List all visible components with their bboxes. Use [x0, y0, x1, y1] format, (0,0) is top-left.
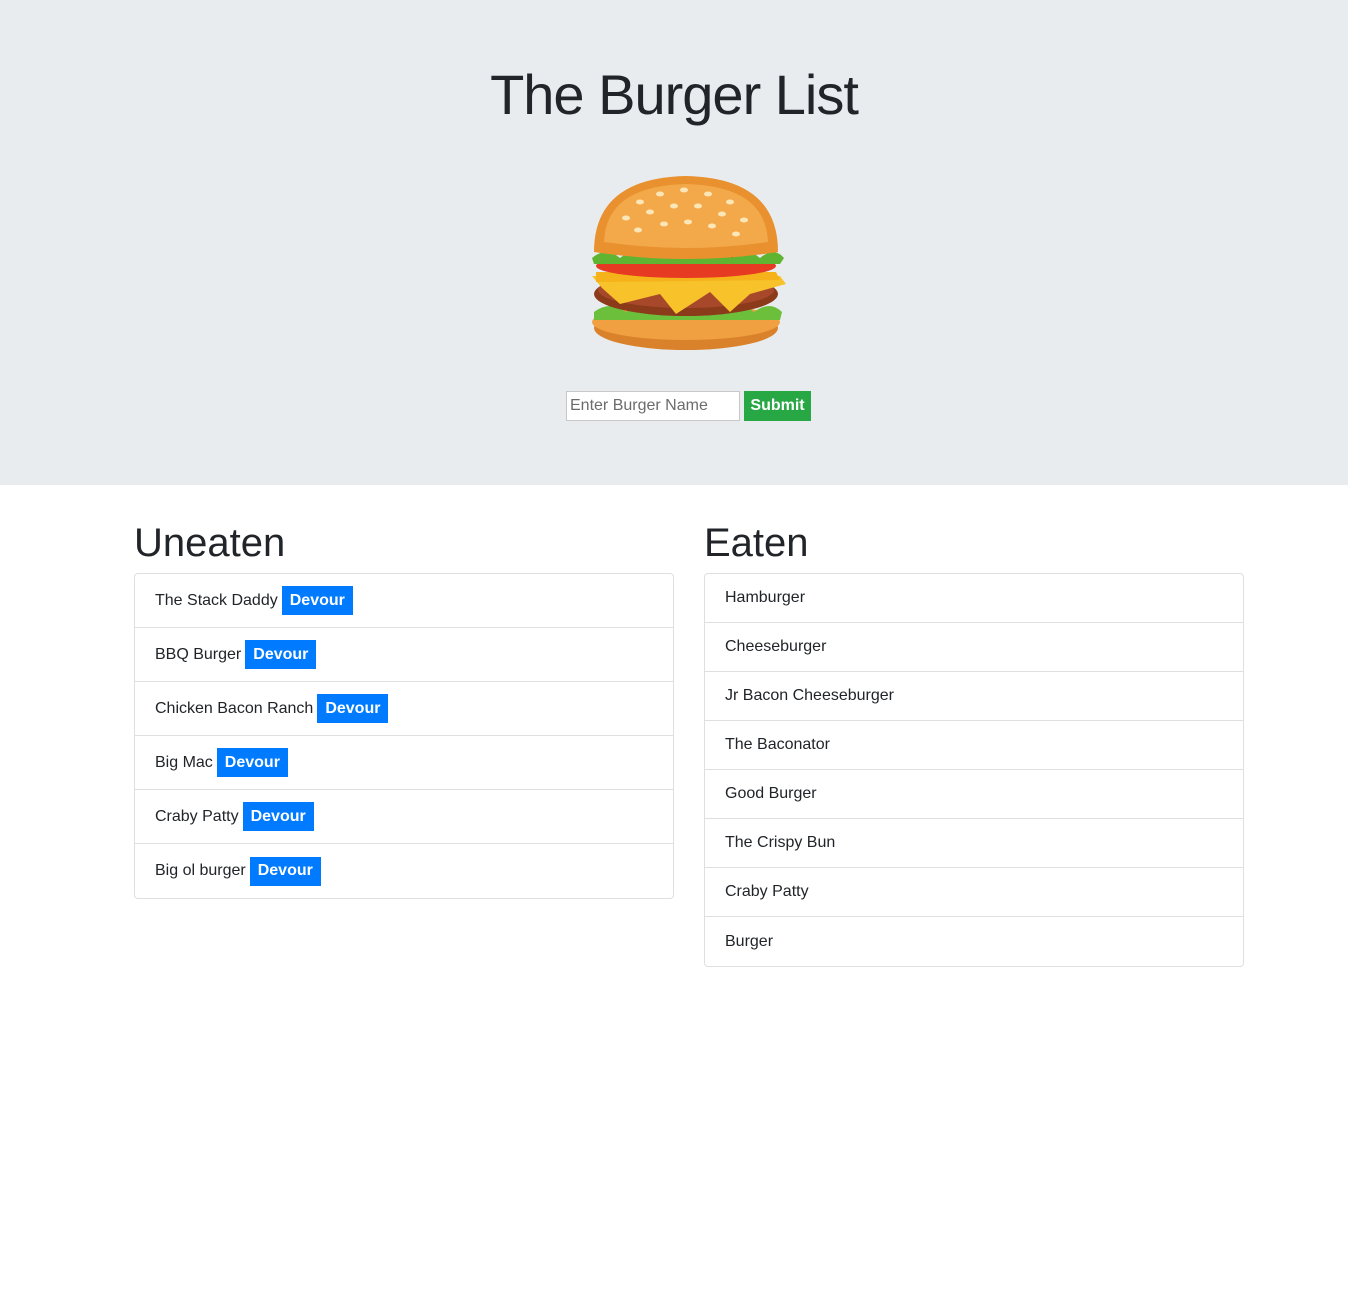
- list-item: The Baconator: [705, 721, 1243, 770]
- devour-button[interactable]: Devour: [245, 640, 317, 669]
- burger-name: The Stack Daddy: [155, 591, 278, 609]
- burger-name: Jr Bacon Cheeseburger: [725, 687, 894, 704]
- eaten-heading: Eaten: [704, 521, 809, 565]
- burger-name: Burger: [725, 932, 774, 950]
- burger-name: Big Mac: [155, 753, 213, 771]
- devour-button[interactable]: Devour: [216, 748, 288, 777]
- list-item: BBQ Burger Devour: [135, 628, 673, 682]
- list-item: Chicken Bacon Ranch Devour: [135, 682, 673, 736]
- page-title: The Burger List: [490, 63, 859, 126]
- list-item: Craby Patty Devour: [135, 790, 673, 844]
- burger-name: Cheeseburger: [725, 638, 827, 655]
- burger-name: Chicken Bacon Ranch: [155, 699, 314, 717]
- burger-name: Hamburger: [725, 589, 806, 606]
- devour-button[interactable]: Devour: [317, 694, 389, 723]
- burger-name: BBQ Burger: [155, 645, 242, 663]
- uneaten-column: Uneaten The Stack Daddy Devour BBQ Burge…: [134, 520, 674, 899]
- list-item: Craby Patty: [705, 868, 1243, 917]
- list-item: Hamburger: [705, 574, 1243, 623]
- burger-name: The Baconator: [725, 736, 830, 753]
- burger-image: [592, 176, 786, 350]
- list-item: Jr Bacon Cheeseburger: [705, 672, 1243, 721]
- devour-button[interactable]: Devour: [249, 856, 321, 886]
- uneaten-list: The Stack Daddy Devour BBQ Burger Devour…: [134, 573, 674, 899]
- list-item: The Stack Daddy Devour: [135, 574, 673, 628]
- burger-name: Craby Patty: [725, 883, 809, 900]
- burger-name: Big ol burger: [155, 862, 246, 879]
- devour-button[interactable]: Devour: [281, 586, 353, 615]
- add-burger-form: Submit: [566, 391, 811, 421]
- list-item: Burger: [705, 917, 1243, 966]
- eaten-list: Hamburger Cheeseburger Jr Bacon Cheesebu…: [704, 573, 1244, 967]
- eaten-column: Eaten Hamburger Cheeseburger Jr Bacon Ch…: [704, 520, 1244, 967]
- devour-button[interactable]: Devour: [242, 802, 314, 831]
- submit-button[interactable]: Submit: [744, 391, 811, 421]
- list-item: Cheeseburger: [705, 623, 1243, 672]
- burger-name: Good Burger: [725, 785, 817, 802]
- list-item: Good Burger: [705, 770, 1243, 819]
- header-jumbotron: The Burger List Enter Burger Name Submit: [0, 0, 1348, 485]
- list-item: The Crispy Bun: [705, 819, 1243, 868]
- list-item: Big Mac Devour: [135, 736, 673, 790]
- list-item: Big ol burger Devour: [135, 844, 673, 898]
- uneaten-heading: Uneaten: [134, 521, 286, 565]
- burger-name-input[interactable]: [566, 391, 740, 421]
- burger-name: Craby Patty: [155, 807, 239, 825]
- burger-name: The Crispy Bun: [725, 834, 836, 851]
